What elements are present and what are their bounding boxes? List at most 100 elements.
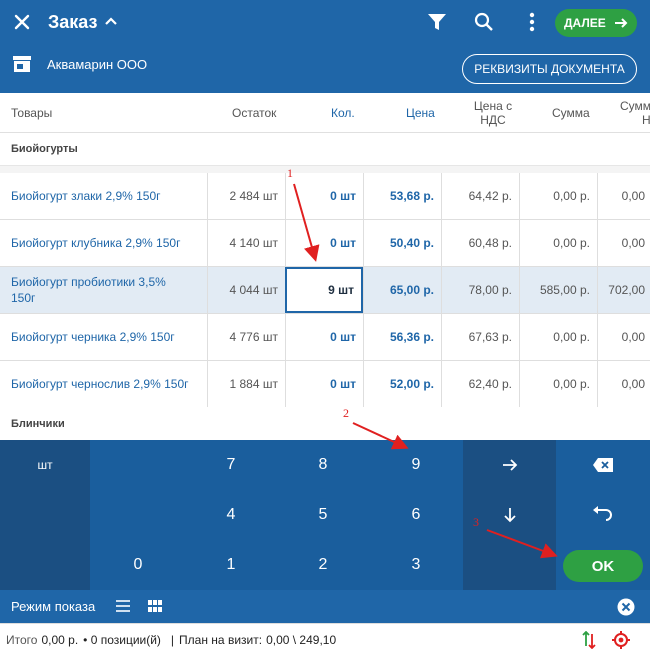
sum-vat-cell: 702,00 <box>597 267 650 313</box>
table-row-selected[interactable]: Биойогурт пробиотики 3,5% 150г 4 044 шт … <box>0 267 650 314</box>
sum-vat-cell: 0,00 <box>597 173 650 219</box>
price-vat-cell: 78,00 р. <box>441 267 519 313</box>
product-name[interactable]: Биойогурт клубника 2,9% 150г <box>0 220 207 266</box>
order-screen: Заказ ДАЛЕЕ Аквамарин ООО РЕКВИЗИТЫ ДОКУ… <box>0 0 650 655</box>
key-7[interactable]: 7 <box>185 440 277 490</box>
sum-cell: 0,00 р. <box>519 314 597 360</box>
sum-cell: 0,00 р. <box>519 173 597 219</box>
total-value: 0,00 р. <box>41 632 79 647</box>
key-4[interactable]: 4 <box>185 490 277 540</box>
key-6[interactable]: 6 <box>370 490 462 540</box>
grid-view-icon[interactable] <box>148 600 162 612</box>
plan-value: 0,00 \ 249,10 <box>266 632 337 647</box>
group-spacer <box>0 166 650 173</box>
col-sum-vat-line1: Сумм <box>620 99 650 113</box>
col-price-vat-line2: НДС <box>480 113 506 127</box>
group-header-pancakes: Блинчики <box>0 407 650 440</box>
goods-table: Товары Остаток Кол. Цена Цена с НДС Сумм… <box>0 93 650 408</box>
sum-cell: 0,00 р. <box>519 361 597 407</box>
search-icon[interactable] <box>474 12 494 32</box>
price-vat-cell: 67,63 р. <box>441 314 519 360</box>
summary-footer: Итого 0,00 р. • 0 позиции(й) | План на в… <box>0 623 650 655</box>
sum-vat-cell: 0,00 <box>597 361 650 407</box>
col-price[interactable]: Цена <box>406 93 435 133</box>
qty-cell[interactable]: 0 шт <box>285 220 363 266</box>
price-vat-cell: 64,42 р. <box>441 173 519 219</box>
sort-icon[interactable] <box>582 631 596 649</box>
sum-vat-cell: 0,00 <box>597 220 650 266</box>
col-qty[interactable]: Кол. <box>331 93 355 133</box>
table-header: Товары Остаток Кол. Цена Цена с НДС Сумм… <box>0 93 650 133</box>
table-row[interactable]: Биойогурт клубника 2,9% 150г 4 140 шт 0 … <box>0 220 650 267</box>
more-menu-icon[interactable] <box>522 11 542 33</box>
product-name[interactable]: Биойогурт чернослив 2,9% 150г <box>0 361 207 407</box>
stock-cell: 2 484 шт <box>207 173 285 219</box>
qty-cell[interactable]: 0 шт <box>285 314 363 360</box>
filter-icon[interactable] <box>427 12 447 32</box>
product-name[interactable]: Биойогурт злаки 2,9% 150г <box>0 173 207 219</box>
price-cell[interactable]: 52,00 р. <box>363 361 441 407</box>
key-2[interactable]: 2 <box>277 540 369 590</box>
col-stock[interactable]: Остаток <box>232 93 276 133</box>
plan-label: План на визит: <box>179 632 263 647</box>
backspace-icon[interactable] <box>592 457 614 473</box>
table-row[interactable]: Биойогурт чернослив 2,9% 150г 1 884 шт 0… <box>0 361 650 408</box>
numeric-keypad: шт 7 8 9 4 5 6 0 1 2 3 OK <box>0 440 650 590</box>
display-mode-label: Режим показа <box>11 599 96 614</box>
undo-icon[interactable] <box>592 506 614 522</box>
unit-selector[interactable]: шт <box>0 440 90 590</box>
ok-button[interactable]: OK <box>563 550 643 582</box>
annotation-number-2: 2 <box>343 406 349 420</box>
customer-name[interactable]: Аквамарин ООО <box>47 57 147 72</box>
price-vat-cell: 60,48 р. <box>441 220 519 266</box>
footer-separator: | <box>170 632 175 647</box>
col-sum-vat[interactable]: Сумм Н <box>620 93 650 133</box>
price-vat-cell: 62,40 р. <box>441 361 519 407</box>
product-name[interactable]: Биойогурт пробиотики 3,5% 150г <box>0 267 207 313</box>
close-circle-icon[interactable] <box>617 598 635 616</box>
table-row[interactable]: Биойогурт злаки 2,9% 150г 2 484 шт 0 шт … <box>0 173 650 220</box>
unit-label: шт <box>37 458 53 472</box>
product-name[interactable]: Биойогурт черника 2,9% 150г <box>0 314 207 360</box>
key-8[interactable]: 8 <box>277 440 369 490</box>
key-5[interactable]: 5 <box>277 490 369 540</box>
col-sum-vat-line2: Н <box>642 113 650 127</box>
qty-cell-active[interactable]: 9 шт <box>285 267 363 313</box>
stock-cell: 4 140 шт <box>207 220 285 266</box>
annotation-number-3: 3 <box>473 515 479 529</box>
col-sum[interactable]: Сумма <box>552 93 590 133</box>
total-label: Итого <box>6 632 38 647</box>
price-cell[interactable]: 65,00 р. <box>363 267 441 313</box>
price-cell[interactable]: 53,68 р. <box>363 173 441 219</box>
stock-cell: 4 044 шт <box>207 267 285 313</box>
group-header-bioyogurts: Биойогурты <box>0 133 650 166</box>
sum-vat-cell: 0,00 <box>597 314 650 360</box>
stock-cell: 4 776 шт <box>207 314 285 360</box>
arrow-right-icon[interactable] <box>501 457 519 473</box>
key-1[interactable]: 1 <box>185 540 277 590</box>
target-icon[interactable] <box>612 631 630 649</box>
key-3[interactable]: 3 <box>370 540 462 590</box>
stock-cell: 1 884 шт <box>207 361 285 407</box>
document-requisites-button[interactable]: РЕКВИЗИТЫ ДОКУМЕНТА <box>462 54 637 84</box>
col-goods[interactable]: Товары <box>11 93 52 133</box>
store-icon <box>13 56 31 72</box>
qty-cell[interactable]: 0 шт <box>285 361 363 407</box>
sum-cell: 585,00 р. <box>519 267 597 313</box>
table-row[interactable]: Биойогурт черника 2,9% 150г 4 776 шт 0 ш… <box>0 314 650 361</box>
list-view-icon[interactable] <box>116 600 130 612</box>
arrow-down-icon[interactable] <box>502 506 518 524</box>
key-9[interactable]: 9 <box>370 440 462 490</box>
price-cell[interactable]: 50,40 р. <box>363 220 441 266</box>
qty-cell[interactable]: 0 шт <box>285 173 363 219</box>
next-button-label: ДАЛЕЕ <box>564 16 606 30</box>
close-icon[interactable] <box>10 10 34 34</box>
key-0[interactable]: 0 <box>92 540 184 590</box>
next-button[interactable]: ДАЛЕЕ <box>555 9 637 37</box>
chevron-up-icon[interactable] <box>103 13 119 29</box>
positions-count: • 0 позиции(й) <box>83 632 161 647</box>
display-mode-bar: Режим показа <box>0 590 650 623</box>
sum-cell: 0,00 р. <box>519 220 597 266</box>
price-cell[interactable]: 56,36 р. <box>363 314 441 360</box>
col-price-vat[interactable]: Цена с НДС <box>470 93 516 133</box>
